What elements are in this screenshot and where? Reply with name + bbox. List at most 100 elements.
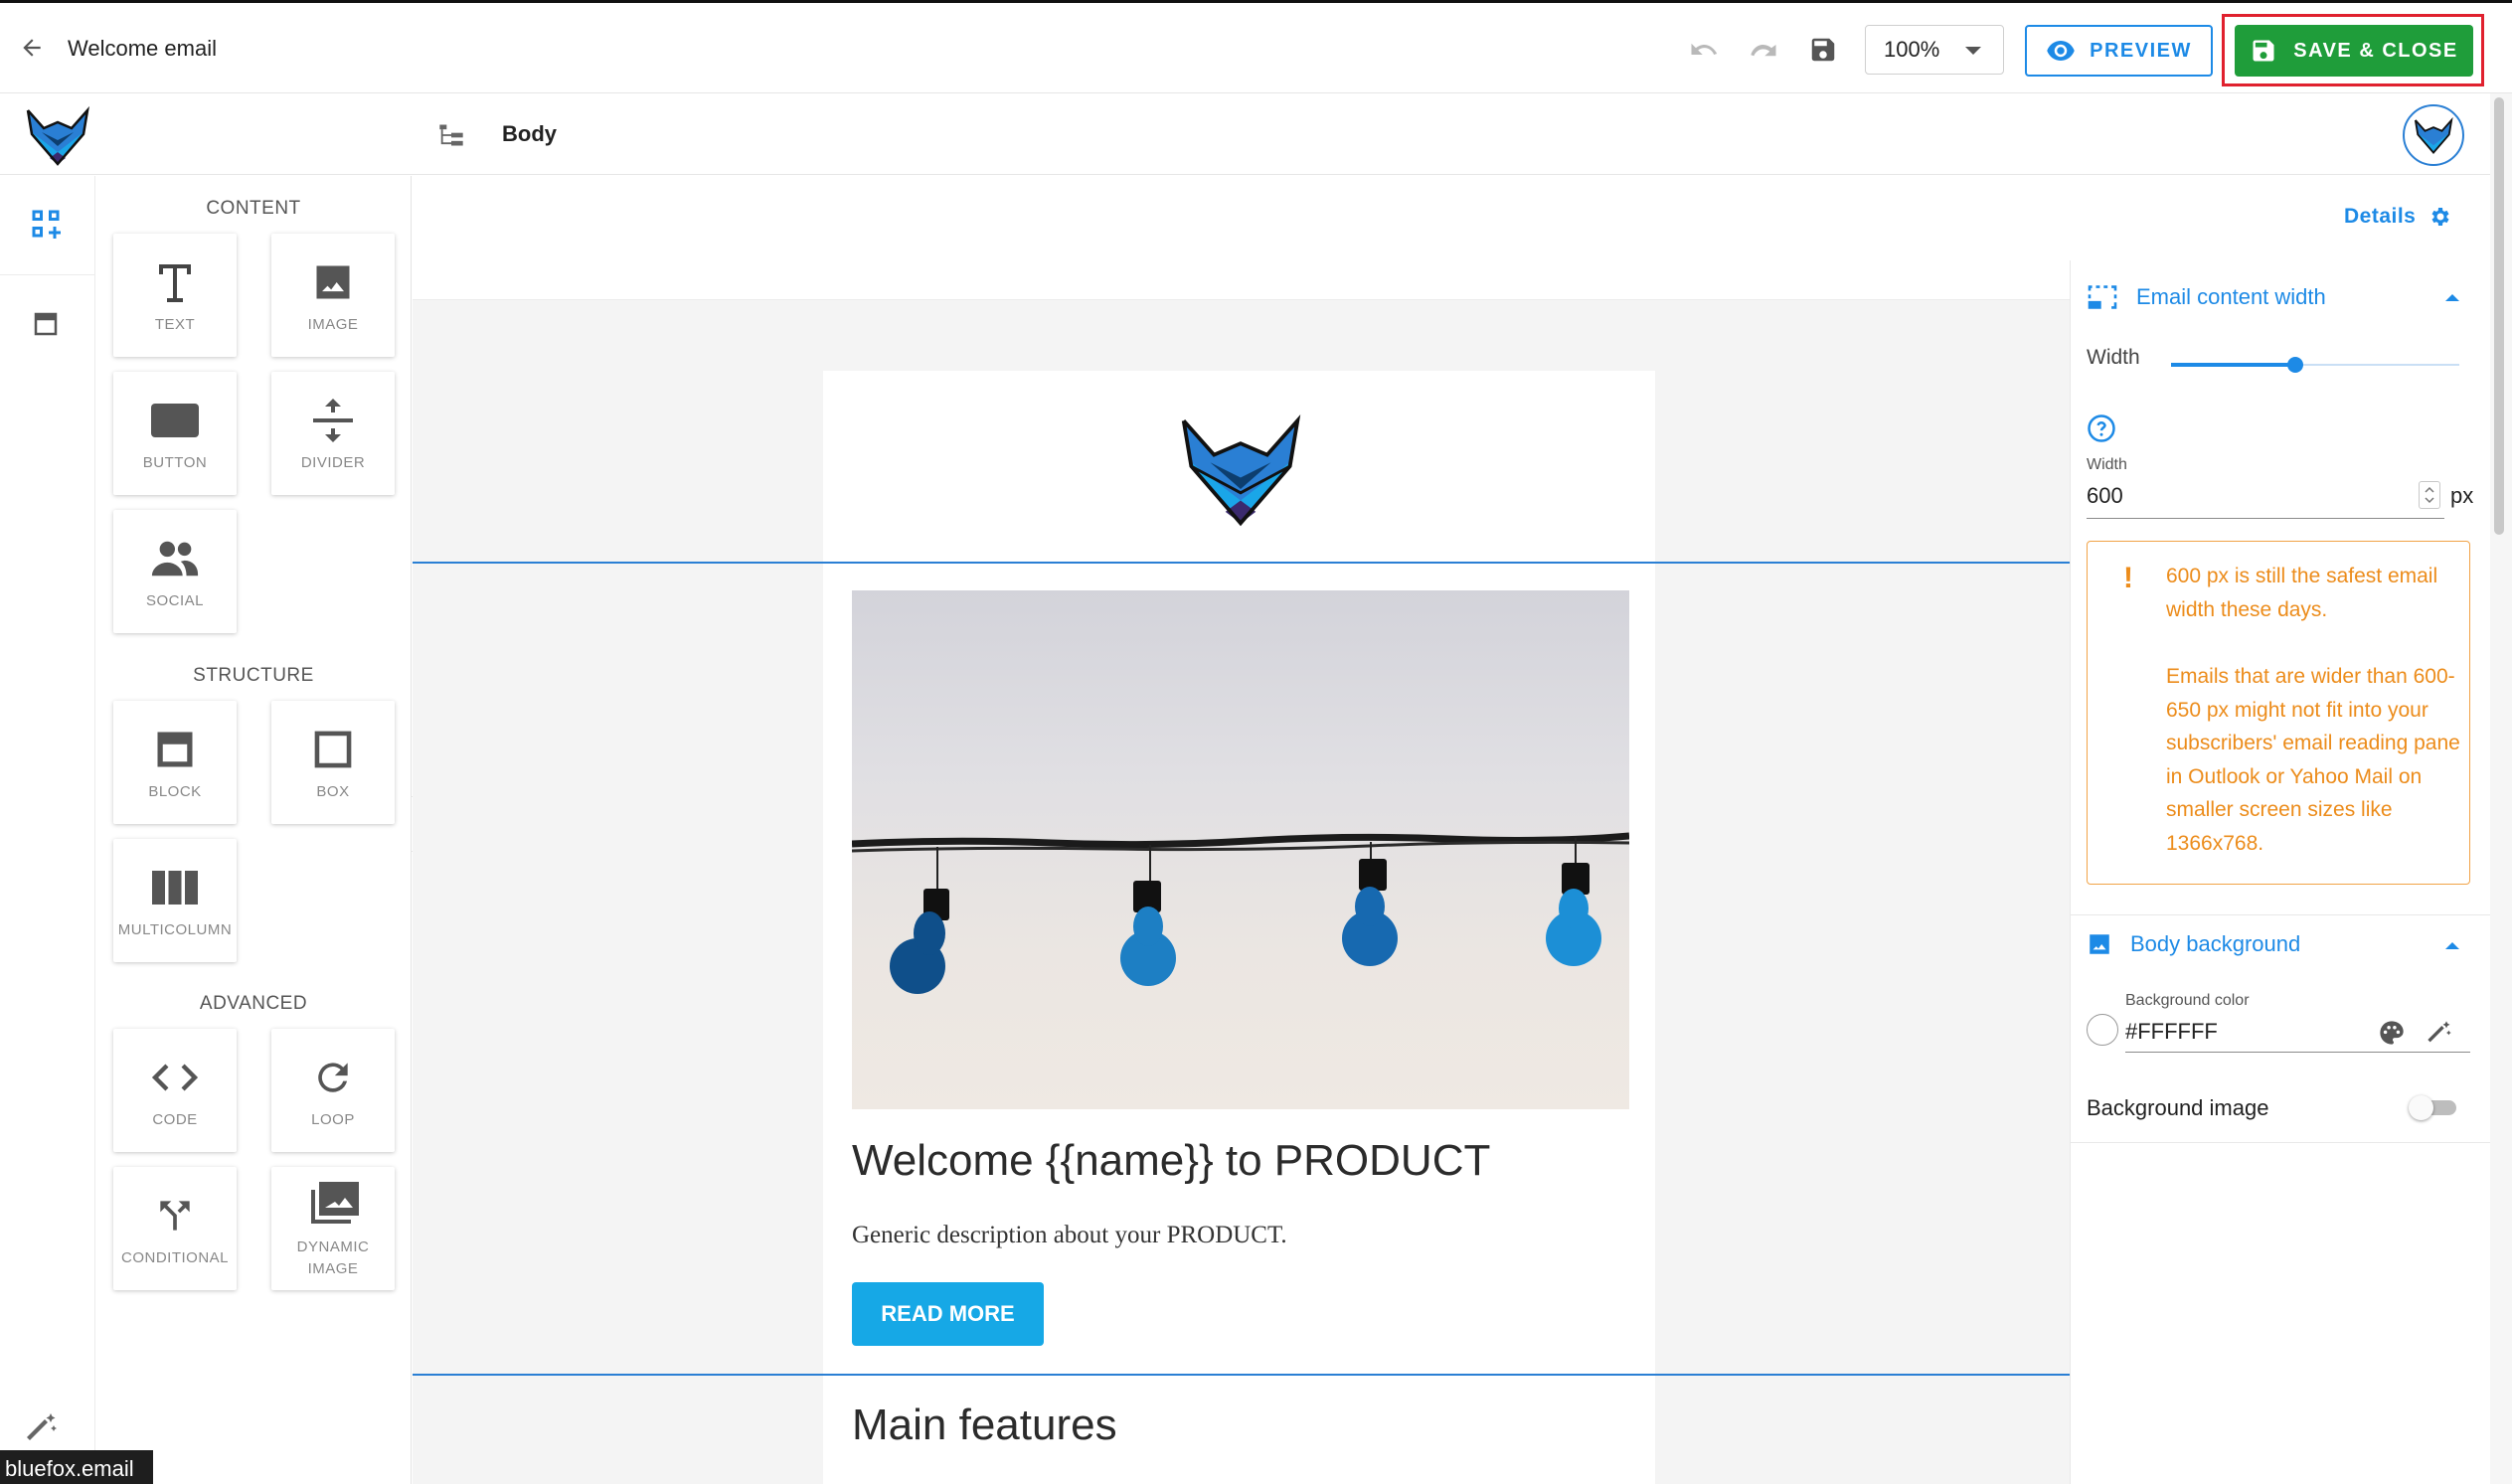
settings-panel: Email content width Width Width 600 px !…: [2070, 260, 2491, 1484]
color-swatch[interactable]: [2087, 1014, 2118, 1046]
magic-wand-icon: [27, 1413, 57, 1440]
editor-header-bar: Body: [0, 93, 2512, 175]
tile-block[interactable]: BLOCK: [113, 701, 237, 824]
chevron-up-icon[interactable]: [2445, 294, 2459, 301]
tile-button[interactable]: BUTTON: [113, 372, 237, 495]
preview-label: PREVIEW: [2090, 39, 2192, 62]
body-background-header[interactable]: Body background: [2087, 931, 2300, 957]
background-image-toggle[interactable]: [2409, 1093, 2460, 1121]
redo-button[interactable]: [1744, 28, 1783, 72]
light-bulbs-photo: [852, 832, 1629, 994]
image-icon: [2090, 934, 2109, 954]
email-fox-logo-icon[interactable]: [1171, 406, 1310, 531]
tile-label: LOOP: [311, 1111, 355, 1128]
arrow-left-icon: [23, 39, 41, 57]
selection-line-bottom: [413, 1374, 2070, 1376]
tile-multicolumn[interactable]: MULTICOLUMN: [113, 839, 237, 962]
tile-divider[interactable]: DIVIDER: [271, 372, 395, 495]
tile-dynamic-image[interactable]: DYNAMIC IMAGE: [271, 1167, 395, 1290]
chevron-up-icon[interactable]: [2445, 942, 2459, 949]
undo-button[interactable]: [1684, 28, 1724, 72]
width-unit: px: [2450, 483, 2474, 508]
tile-image[interactable]: IMAGE: [271, 234, 395, 357]
tile-label: SOCIAL: [145, 592, 205, 609]
gear-icon: [2431, 208, 2449, 226]
tile-label: BUTTON: [142, 454, 208, 471]
palette-icon[interactable]: [2378, 1019, 2406, 1047]
rail-item-elements[interactable]: [0, 176, 95, 275]
divider: [2071, 1142, 2491, 1143]
section-title-advanced: ADVANCED: [199, 993, 308, 1014]
undo-icon: [1691, 43, 1718, 55]
tile-label: CONDITIONAL: [120, 1249, 229, 1266]
tile-social[interactable]: SOCIAL: [113, 510, 237, 633]
width-slider[interactable]: [2171, 357, 2459, 373]
tile-label: CODE: [152, 1111, 198, 1128]
canvas-top-strip: [413, 176, 2070, 300]
toggle-knob: [2409, 1095, 2433, 1120]
tile-label: IMAGE: [307, 316, 359, 333]
email-content-width-header[interactable]: Email content width: [2087, 284, 2326, 310]
box-icon: [311, 722, 355, 777]
left-rail: [0, 176, 95, 1484]
stepper-arrows-icon: [2425, 486, 2434, 504]
tile-label: DIVIDER: [300, 454, 366, 471]
tile-label: BOX: [316, 783, 350, 800]
slider-fill: [2171, 363, 2295, 367]
background-color-label: Background color: [2125, 992, 2250, 1009]
rail-item-layout[interactable]: [0, 275, 95, 375]
save-draft-button[interactable]: [1803, 28, 1843, 72]
preview-button[interactable]: PREVIEW: [2025, 25, 2213, 77]
breadcrumb[interactable]: Body: [502, 121, 557, 147]
slider-thumb[interactable]: [2286, 357, 2303, 373]
width-field-label: Width: [2087, 456, 2127, 473]
divider-icon: [309, 393, 357, 448]
magic-wand-icon[interactable]: [2426, 1019, 2453, 1047]
add-block-icon: [32, 210, 61, 239]
top-bar: Welcome email 100% PREVIEW SAVE & CLOSE: [0, 6, 2512, 93]
back-button[interactable]: [14, 28, 50, 68]
divider: [2071, 914, 2491, 915]
width-value: 600: [2087, 483, 2123, 508]
element-palette: CONTENT TEXT IMAGE BUTTON DIVIDER SOCIAL…: [95, 176, 412, 1484]
rail-item-tools[interactable]: [24, 1410, 68, 1450]
tile-code[interactable]: CODE: [113, 1029, 237, 1152]
image-icon: [311, 254, 355, 310]
background-color-field[interactable]: #FFFFFF: [2125, 1013, 2470, 1053]
slider-label: Width: [2087, 346, 2140, 369]
eye-icon: [2047, 41, 2075, 61]
tile-box[interactable]: BOX: [271, 701, 395, 824]
hero-image[interactable]: [852, 590, 1629, 1109]
width-warning-box: ! 600 px is still the safest email width…: [2087, 541, 2470, 885]
help-icon[interactable]: [2087, 413, 2116, 448]
exclamation-icon: !: [2123, 562, 2133, 594]
scrollbar-thumb[interactable]: [2494, 97, 2504, 535]
zoom-select[interactable]: 100%: [1865, 25, 2004, 75]
tile-label: BLOCK: [148, 783, 202, 800]
tile-loop[interactable]: LOOP: [271, 1029, 395, 1152]
tile-conditional[interactable]: CONDITIONAL: [113, 1167, 237, 1290]
avatar[interactable]: [2403, 104, 2464, 166]
number-stepper[interactable]: [2419, 481, 2440, 509]
tile-label: TEXT: [154, 316, 196, 333]
warning-text-1: 600 px is still the safest email width t…: [2166, 565, 2438, 621]
people-icon: [150, 531, 200, 586]
button-icon: [151, 393, 199, 448]
email-description[interactable]: Generic description about your PRODUCT.: [852, 1222, 1287, 1249]
block-icon: [154, 722, 196, 777]
loop-icon: [311, 1050, 355, 1105]
width-field[interactable]: 600: [2087, 479, 2444, 519]
tile-text[interactable]: TEXT: [113, 234, 237, 357]
layer-tree-icon[interactable]: [437, 121, 467, 151]
section-title-content: CONTENT: [206, 198, 301, 219]
email-headline[interactable]: Welcome {{name}} to PRODUCT: [852, 1136, 1490, 1186]
read-more-button[interactable]: READ MORE: [852, 1282, 1044, 1346]
section-heading: Body background: [2130, 931, 2301, 956]
details-button[interactable]: Details: [2344, 205, 2451, 229]
email-canvas: Welcome {{name}} to PRODUCT Generic desc…: [413, 176, 2070, 1484]
main-features-heading[interactable]: Main features: [852, 1401, 1117, 1450]
save-and-close-button[interactable]: SAVE & CLOSE: [2235, 25, 2473, 77]
save-and-close-label: SAVE & CLOSE: [2293, 39, 2458, 62]
fox-logo-icon[interactable]: [22, 102, 93, 168]
document-title: Welcome email: [68, 36, 217, 61]
